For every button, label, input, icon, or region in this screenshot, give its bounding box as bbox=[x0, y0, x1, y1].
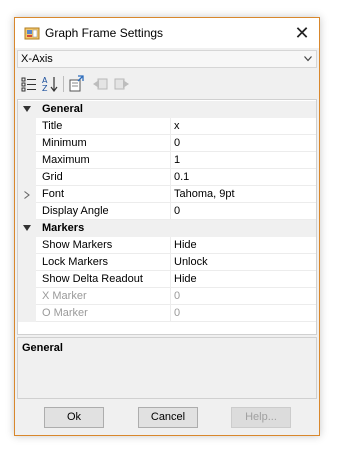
row-gutter bbox=[18, 288, 36, 305]
property-row-o-marker: O Marker 0 bbox=[18, 305, 316, 322]
column-divider bbox=[170, 305, 171, 322]
collapse-icon[interactable] bbox=[23, 225, 31, 232]
category-markers[interactable]: Markers bbox=[18, 220, 316, 237]
column-divider bbox=[170, 288, 171, 305]
back-icon bbox=[93, 78, 108, 90]
column-divider bbox=[170, 237, 171, 254]
property-row-grid[interactable]: Grid 0.1 bbox=[18, 169, 316, 186]
property-row-x-marker: X Marker 0 bbox=[18, 288, 316, 305]
column-divider bbox=[170, 271, 171, 288]
property-row-lock-markers[interactable]: Lock Markers Unlock bbox=[18, 254, 316, 271]
row-gutter bbox=[18, 305, 36, 322]
title-bar: Graph Frame Settings ✕ bbox=[15, 18, 319, 48]
property-row-maximum[interactable]: Maximum 1 bbox=[18, 152, 316, 169]
toolbar-separator bbox=[63, 76, 64, 92]
property-name: Minimum bbox=[42, 137, 87, 149]
forward-icon bbox=[114, 78, 129, 90]
property-name: O Marker bbox=[42, 307, 88, 319]
app-icon bbox=[24, 27, 40, 40]
category-label: General bbox=[42, 103, 83, 115]
property-value[interactable]: Tahoma, 9pt bbox=[174, 188, 314, 200]
property-value[interactable]: Hide bbox=[174, 239, 314, 251]
column-divider bbox=[170, 152, 171, 169]
property-value: 0 bbox=[174, 290, 181, 302]
column-divider bbox=[170, 203, 171, 220]
property-name: Show Delta Readout bbox=[42, 273, 143, 285]
property-name: Show Markers bbox=[42, 239, 113, 251]
property-row-minimum[interactable]: Minimum 0 bbox=[18, 135, 316, 152]
property-row-title[interactable]: Title x bbox=[18, 118, 316, 135]
property-row-font[interactable]: Font Tahoma, 9pt bbox=[18, 186, 316, 203]
property-value[interactable]: Hide bbox=[174, 273, 314, 285]
settings-dialog: Graph Frame Settings ✕ X-Axis A Z Genera… bbox=[14, 17, 320, 436]
row-gutter bbox=[18, 203, 36, 220]
property-row-display-angle[interactable]: Display Angle 0 bbox=[18, 203, 316, 220]
chevron-right-icon[interactable] bbox=[24, 191, 30, 199]
row-gutter bbox=[18, 152, 36, 169]
svg-text:Z: Z bbox=[42, 84, 48, 93]
row-gutter bbox=[18, 186, 36, 203]
property-name: Title bbox=[42, 120, 63, 132]
property-name: Maximum bbox=[42, 154, 90, 166]
property-value[interactable]: 0 bbox=[174, 137, 314, 149]
category-label: Markers bbox=[42, 222, 85, 234]
column-divider bbox=[170, 135, 171, 152]
property-name: X Marker bbox=[42, 290, 87, 302]
property-name: Font bbox=[42, 188, 65, 200]
object-selector-value: X-Axis bbox=[21, 53, 53, 65]
category-general[interactable]: General bbox=[18, 101, 316, 118]
row-gutter bbox=[18, 118, 36, 135]
column-divider bbox=[170, 186, 171, 203]
close-button[interactable]: ✕ bbox=[285, 18, 319, 48]
cancel-button[interactable]: Cancel bbox=[138, 407, 198, 428]
description-title: General bbox=[22, 342, 63, 354]
property-row-show-markers[interactable]: Show Markers Hide bbox=[18, 237, 316, 254]
property-name: Grid bbox=[42, 171, 63, 183]
property-value: 0 bbox=[174, 307, 181, 319]
row-gutter bbox=[18, 254, 36, 271]
property-value[interactable]: 0.1 bbox=[174, 171, 314, 183]
object-selector-dropdown[interactable]: X-Axis bbox=[17, 50, 317, 68]
property-name: Display Angle bbox=[42, 205, 109, 217]
row-gutter bbox=[18, 271, 36, 288]
column-divider bbox=[170, 118, 171, 135]
description-panel: General bbox=[17, 337, 317, 399]
row-gutter bbox=[18, 237, 36, 254]
property-row-show-delta-readout[interactable]: Show Delta Readout Hide bbox=[18, 271, 316, 288]
property-value[interactable]: x bbox=[174, 120, 314, 132]
property-pages-icon[interactable] bbox=[67, 75, 85, 93]
categorized-icon[interactable] bbox=[20, 75, 38, 93]
window-title: Graph Frame Settings bbox=[45, 26, 164, 40]
ok-button[interactable]: Ok bbox=[44, 407, 104, 428]
column-divider bbox=[170, 254, 171, 271]
property-grid: General Title x Minimum 0 Maximum 1 Grid… bbox=[17, 99, 317, 335]
help-button: Help... bbox=[231, 407, 291, 428]
close-icon: ✕ bbox=[294, 23, 310, 43]
property-toolbar: A Z bbox=[17, 72, 317, 96]
column-divider bbox=[170, 169, 171, 186]
row-gutter bbox=[18, 169, 36, 186]
property-name: Lock Markers bbox=[42, 256, 109, 268]
alphabetical-icon[interactable]: A Z bbox=[41, 75, 59, 93]
collapse-icon[interactable] bbox=[23, 106, 31, 113]
property-value[interactable]: 0 bbox=[174, 205, 314, 217]
chevron-down-icon bbox=[304, 56, 312, 62]
row-gutter bbox=[18, 135, 36, 152]
property-value[interactable]: Unlock bbox=[174, 256, 314, 268]
property-value[interactable]: 1 bbox=[174, 154, 314, 166]
